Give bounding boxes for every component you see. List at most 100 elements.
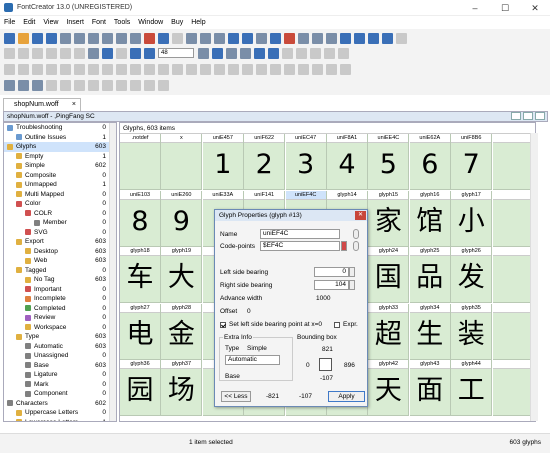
save-all-icon[interactable]	[46, 32, 57, 44]
maximize-button[interactable]: ☐	[490, 0, 520, 16]
glyph-cell[interactable]: glyph37 场	[161, 360, 203, 416]
save-icon[interactable]	[32, 32, 43, 44]
print-icon[interactable]	[88, 32, 99, 44]
shape-21-icon[interactable]	[284, 63, 295, 75]
shape-19-icon[interactable]	[256, 63, 267, 75]
tree-item[interactable]: Completed 0	[4, 304, 116, 314]
glyph-cell[interactable]: glyph19 大	[161, 247, 203, 303]
tool-5-icon[interactable]	[60, 47, 71, 59]
eraser-icon[interactable]	[284, 32, 295, 44]
test-icon[interactable]	[354, 32, 365, 44]
tree-item[interactable]: Unassigned 0	[4, 351, 116, 361]
glyph-cell[interactable]: uniF8B6 7	[451, 134, 493, 190]
select-icon[interactable]	[200, 32, 211, 44]
lsb-spinner[interactable]	[349, 267, 355, 277]
transform-icon[interactable]	[242, 32, 253, 44]
less-button[interactable]: << Less	[221, 391, 251, 402]
tree-item[interactable]: Tagged 0	[4, 266, 116, 276]
shape-13-icon[interactable]	[172, 63, 183, 75]
image-icon[interactable]	[270, 32, 281, 44]
glyph-cell[interactable]	[492, 190, 534, 247]
menu-buy[interactable]: Buy	[171, 19, 183, 26]
paste-icon[interactable]	[130, 32, 141, 44]
grid-icon[interactable]	[212, 47, 223, 59]
tree-item[interactable]: Member 0	[4, 218, 116, 228]
glyph-cell[interactable]: glyph15 家	[368, 190, 410, 247]
text-icon[interactable]	[214, 32, 225, 44]
tree-item[interactable]: Review 0	[4, 313, 116, 323]
glyph-cell[interactable]	[492, 247, 534, 303]
shape-8-icon[interactable]	[102, 63, 113, 75]
tree-item[interactable]: Characters 602	[4, 399, 116, 409]
tree-item[interactable]: Mark 0	[4, 380, 116, 390]
tool-1-icon[interactable]	[4, 47, 15, 59]
tree-item[interactable]: COLR 0	[4, 209, 116, 219]
refresh-icon[interactable]	[186, 32, 197, 44]
kerning-icon[interactable]	[326, 32, 337, 44]
tree-item[interactable]: Empty 1	[4, 152, 116, 162]
link-icon[interactable]	[228, 32, 239, 44]
fill-icon[interactable]	[226, 47, 237, 59]
shape-1-icon[interactable]	[4, 63, 15, 75]
align-6-icon[interactable]	[74, 79, 85, 91]
align-2-icon[interactable]	[18, 79, 29, 91]
glyph-cell[interactable]: uniE260 9	[161, 190, 203, 247]
preview-icon[interactable]	[312, 32, 323, 44]
glyph-cell[interactable]: x	[161, 134, 203, 190]
tree-item[interactable]: Base 603	[4, 361, 116, 371]
glyph-cell[interactable]	[492, 360, 534, 416]
apply-button[interactable]: Apply	[328, 391, 365, 402]
glyph-cell[interactable]: glyph28 金	[161, 303, 203, 360]
glyph-cell[interactable]: uniEE4C 5	[368, 134, 410, 190]
shape-12-icon[interactable]	[158, 63, 169, 75]
shape-7-icon[interactable]	[88, 63, 99, 75]
menu-window[interactable]: Window	[138, 19, 163, 26]
menu-file[interactable]: File	[4, 19, 15, 26]
shape-10-icon[interactable]	[130, 63, 141, 75]
tool-4-icon[interactable]	[46, 47, 57, 59]
tree-item[interactable]: Color 0	[4, 199, 116, 209]
cut-icon[interactable]	[102, 32, 113, 44]
set-lsb-checkbox[interactable]	[220, 322, 226, 328]
menu-font[interactable]: Font	[92, 19, 106, 26]
pointer-icon[interactable]	[88, 47, 99, 59]
shape-3-icon[interactable]	[32, 63, 43, 75]
tree-item[interactable]: Troubleshooting 0	[4, 123, 116, 133]
tool-2-icon[interactable]	[18, 47, 29, 59]
tree-item[interactable]: Incomplete 0	[4, 294, 116, 304]
tree-item[interactable]: Important 0	[4, 285, 116, 295]
install-icon[interactable]	[368, 32, 379, 44]
glyph-cell[interactable]	[492, 134, 534, 190]
tree-item[interactable]: Automatic 603	[4, 342, 116, 352]
tree-item[interactable]: Simple 602	[4, 161, 116, 171]
expr-checkbox[interactable]	[334, 322, 340, 328]
shape-2-icon[interactable]	[18, 63, 29, 75]
tree-item[interactable]: Multi Mapped 0	[4, 190, 116, 200]
minimize-button[interactable]: –	[460, 0, 490, 16]
delete-icon[interactable]	[144, 32, 155, 44]
glyph-cell[interactable]: glyph42 天	[368, 360, 410, 416]
shape-25-icon[interactable]	[340, 63, 351, 75]
rsb-input[interactable]: 104	[314, 280, 349, 290]
align-7-icon[interactable]	[88, 79, 99, 91]
align-8-icon[interactable]	[102, 79, 113, 91]
shape-16-icon[interactable]	[214, 63, 225, 75]
tree-item[interactable]: Workspace 0	[4, 323, 116, 333]
tool-3-icon[interactable]	[32, 47, 43, 59]
codepoints-input[interactable]: $EF4C	[260, 241, 340, 251]
points-icon[interactable]	[240, 47, 251, 59]
background-icon[interactable]	[268, 47, 279, 59]
shape-23-icon[interactable]	[312, 63, 323, 75]
new-font-icon[interactable]	[4, 32, 15, 44]
tool-12-icon[interactable]	[338, 47, 349, 59]
menu-help[interactable]: Help	[191, 19, 205, 26]
tool-6-icon[interactable]	[74, 47, 85, 59]
close-font-icon[interactable]	[74, 32, 85, 44]
shape-15-icon[interactable]	[200, 63, 211, 75]
glyph-cell[interactable]: glyph25 品	[409, 247, 451, 303]
mdi-close-icon[interactable]	[535, 112, 545, 120]
tree-item[interactable]: Lowercase Letters 1	[4, 418, 116, 421]
glyph-cell[interactable]: glyph27 电	[120, 303, 161, 360]
tool-11-icon[interactable]	[324, 47, 335, 59]
document-tab-close-icon[interactable]: ×	[72, 99, 76, 111]
